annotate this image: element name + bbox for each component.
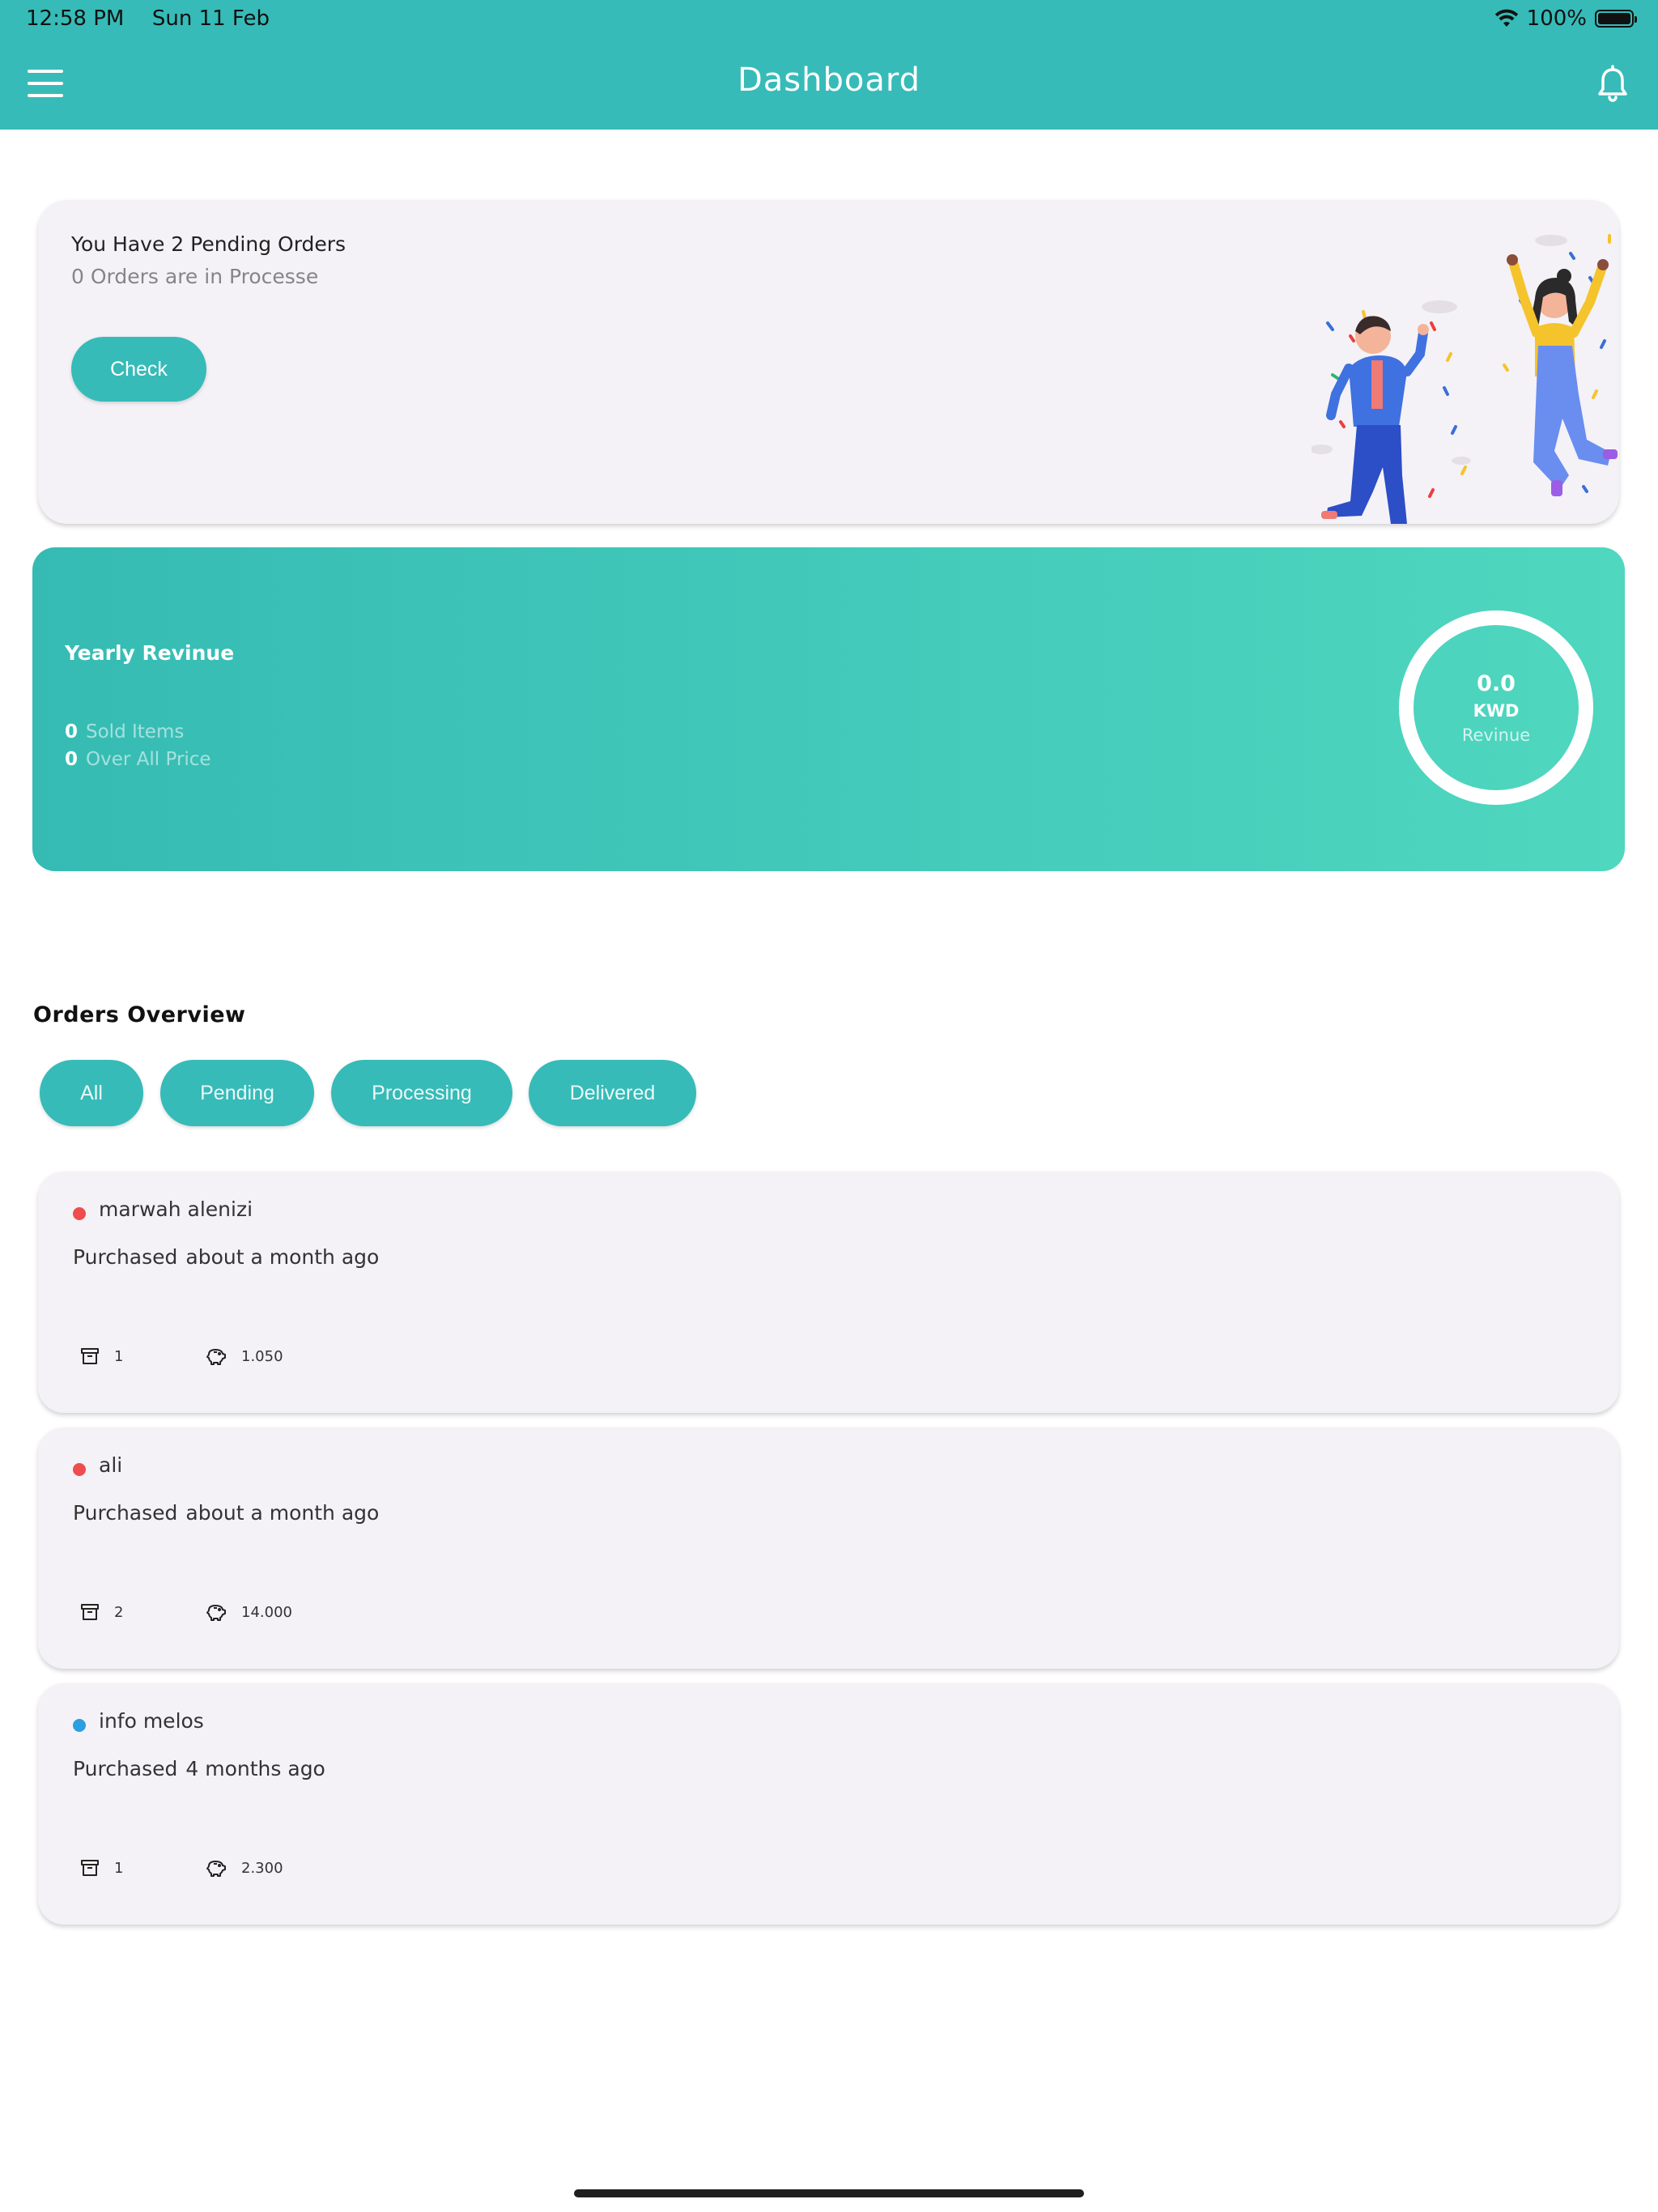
home-indicator[interactable]: [574, 2189, 1084, 2197]
sold-items-count: 0: [65, 721, 79, 742]
order-price-value: 14.000: [241, 1603, 292, 1621]
processing-orders-subtitle: 0 Orders are in Processe: [71, 265, 319, 288]
customer-name: ali: [99, 1453, 123, 1477]
revenue-currency: KWD: [1473, 700, 1520, 721]
piggy-bank-icon: [206, 1349, 226, 1365]
status-dot: [73, 1207, 86, 1220]
filter-all[interactable]: All: [40, 1060, 143, 1126]
filter-pending[interactable]: Pending: [160, 1060, 314, 1126]
purchase-time: Purchased 4 months ago: [73, 1757, 325, 1780]
page-title: Dashboard: [737, 62, 920, 99]
pending-orders-title: You Have 2 Pending Orders: [71, 232, 346, 256]
revenue-ring-label: Revinue: [1461, 725, 1531, 745]
sold-items-label: Sold Items: [86, 721, 185, 742]
customer-name: info melos: [99, 1709, 204, 1733]
purchase-time: Purchased about a month ago: [73, 1245, 379, 1269]
status-dot: [73, 1719, 86, 1732]
archive-box-icon: [81, 1604, 99, 1620]
purchased-label: Purchased: [73, 1757, 178, 1780]
piggy-bank-icon: [206, 1605, 226, 1621]
archive-box-icon: [81, 1860, 99, 1876]
status-time: 12:58 PM Sun 11 Feb: [26, 6, 270, 31]
status-indicators: 100%: [1494, 6, 1637, 31]
order-card[interactable]: marwah alenizi Purchased about a month ag…: [38, 1172, 1619, 1413]
order-price: 14.000: [206, 1602, 292, 1622]
purchase-relative-time: 4 months ago: [185, 1757, 325, 1780]
overall-price-label: Over All Price: [86, 749, 211, 770]
celebration-illustration: [1312, 234, 1618, 524]
overall-price-count: 0: [65, 749, 79, 770]
wifi-icon: [1494, 9, 1518, 27]
piggy-bank-icon: [206, 1861, 226, 1877]
revenue-value: 0.0: [1477, 670, 1516, 696]
item-count-value: 2: [114, 1603, 124, 1621]
bell-icon[interactable]: [1595, 65, 1630, 104]
overall-price-row: 0 Over All Price: [65, 749, 211, 770]
check-button[interactable]: Check: [71, 337, 206, 402]
status-date: Sun 11 Feb: [151, 6, 270, 31]
order-price: 2.300: [206, 1858, 283, 1878]
purchase-time: Purchased about a month ago: [73, 1501, 379, 1525]
revenue-title: Yearly Revinue: [65, 641, 235, 665]
item-count: 2: [80, 1602, 123, 1622]
purchased-label: Purchased: [73, 1501, 178, 1525]
battery-percent: 100%: [1526, 6, 1587, 31]
item-count-value: 1: [114, 1859, 124, 1877]
pending-orders-card: You Have 2 Pending Orders 0 Orders are i…: [38, 200, 1619, 524]
filter-delivered[interactable]: Delivered: [529, 1060, 696, 1126]
yearly-revenue-card: Yearly Revinue 0 Sold Items 0 Over All Pri…: [32, 547, 1625, 871]
order-price-value: 1.050: [241, 1347, 283, 1365]
customer-name: marwah alenizi: [99, 1197, 253, 1221]
archive-box-icon: [81, 1348, 99, 1364]
purchase-relative-time: about a month ago: [185, 1501, 380, 1525]
sold-items-row: 0 Sold Items: [65, 721, 184, 742]
status-clock: 12:58 PM: [26, 6, 125, 31]
order-price-value: 2.300: [241, 1859, 283, 1877]
order-card[interactable]: info melos Purchased 4 months ago 1 2.300: [38, 1683, 1619, 1925]
order-price: 1.050: [206, 1346, 283, 1366]
filter-processing[interactable]: Processing: [331, 1060, 512, 1126]
status-dot: [73, 1463, 86, 1476]
item-count-value: 1: [114, 1347, 124, 1365]
item-count: 1: [80, 1346, 123, 1366]
battery-icon: [1595, 10, 1637, 28]
orders-overview-title: Orders Overview: [33, 1002, 246, 1027]
revenue-ring: 0.0 KWD Revinue: [1399, 610, 1593, 805]
purchased-label: Purchased: [73, 1245, 178, 1269]
order-card[interactable]: ali Purchased about a month ago 2 14.000: [38, 1427, 1619, 1669]
app-header: 12:58 PM Sun 11 Feb 100% Dashboard: [0, 0, 1658, 130]
item-count: 1: [80, 1858, 123, 1878]
purchase-relative-time: about a month ago: [185, 1245, 380, 1269]
